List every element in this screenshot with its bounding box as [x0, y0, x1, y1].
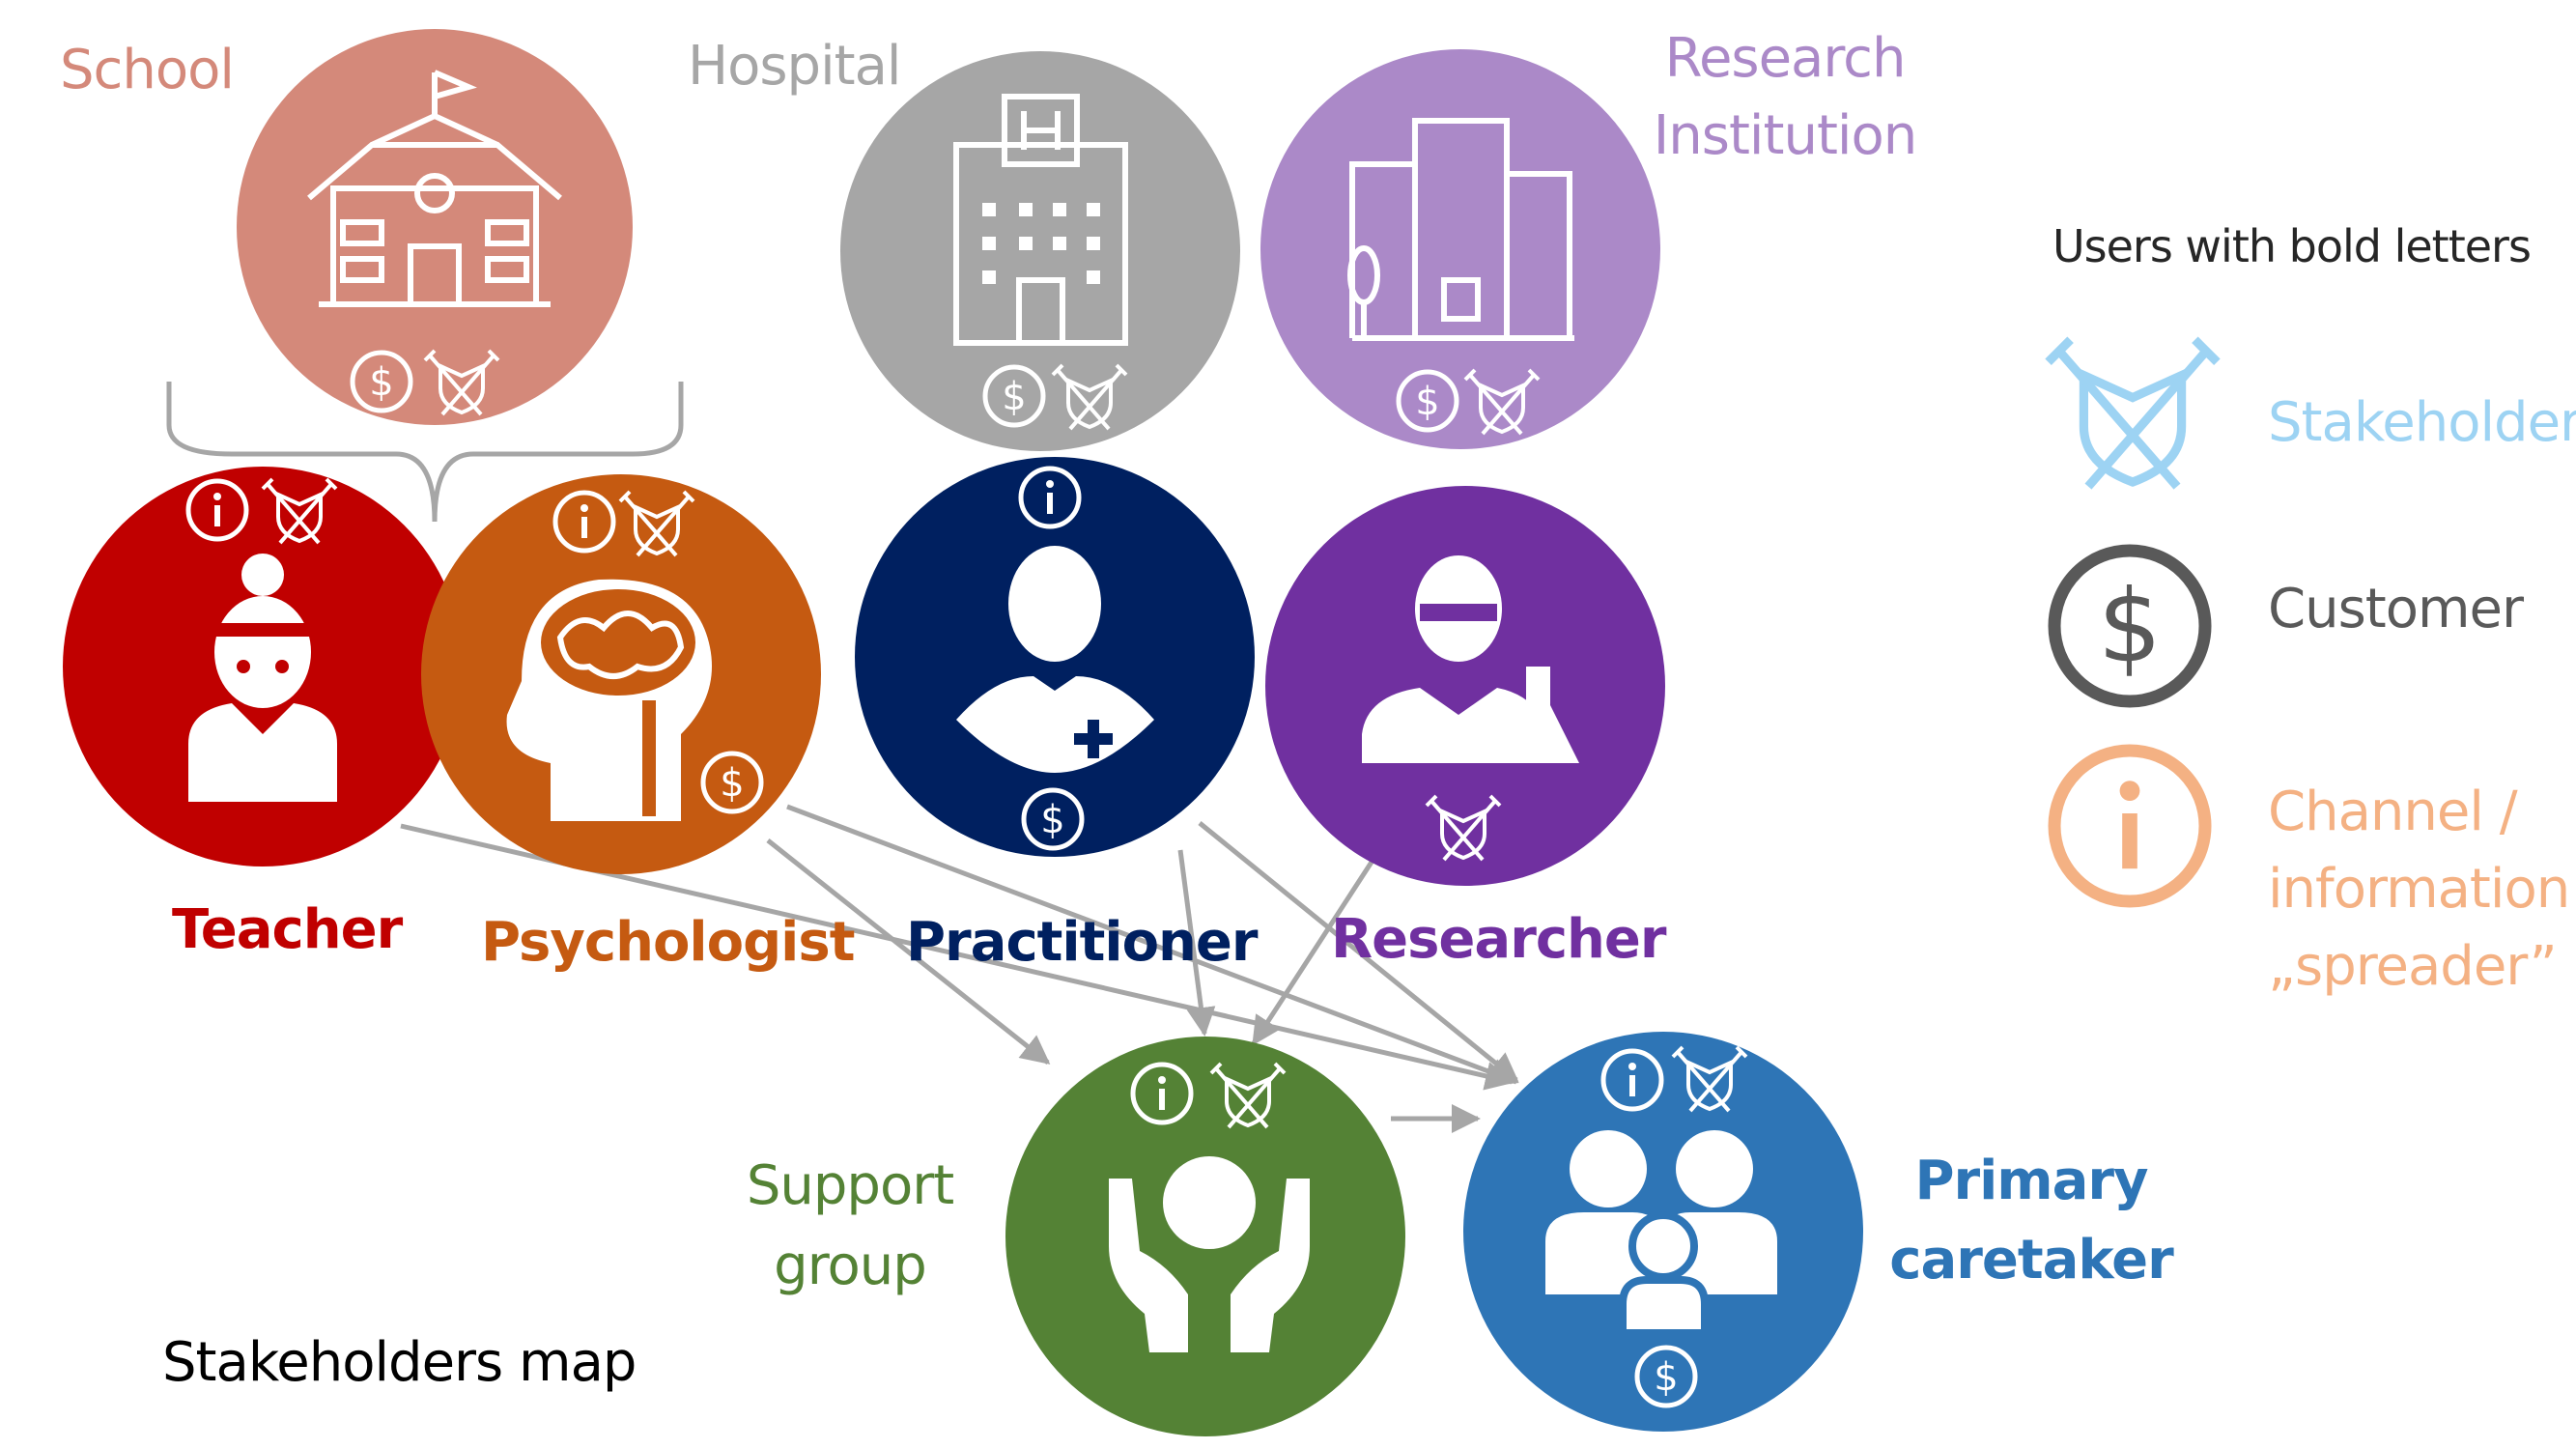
legend-label-customer: Customer [2268, 578, 2524, 640]
legend-stakeholder-icon [2049, 340, 2218, 487]
research-institution-circle [1260, 49, 1660, 449]
user-label-primary-caretaker-line2: caretaker [1889, 1229, 2173, 1292]
user-label-primary-caretaker-line1: Primary [1914, 1150, 2148, 1212]
hospital-node [840, 51, 1240, 451]
legend-label-stakeholder: Stakeholder [2268, 391, 2576, 454]
user-label-support-group-line2: group [774, 1235, 927, 1297]
legend-label-channel-line2: information [2268, 858, 2570, 921]
user-label-teacher: Teacher [172, 898, 403, 961]
primary-caretaker-node [1463, 1032, 1863, 1432]
researcher-node [1265, 486, 1665, 886]
legend-label-channel-line1: Channel / [2268, 781, 2518, 843]
school-node [237, 29, 633, 425]
teacher-node [63, 467, 463, 867]
legend-heading: Users with bold letters [2052, 220, 2532, 272]
research-institution-node [1260, 49, 1660, 449]
psychologist-node [421, 474, 821, 874]
diagram-title: Stakeholders map [162, 1331, 637, 1394]
org-label-research-line2: Institution [1653, 104, 1917, 167]
practitioner-node [855, 457, 1255, 857]
user-label-psychologist: Psychologist [481, 911, 855, 974]
researcher-circle [1265, 486, 1665, 886]
hospital-circle [840, 51, 1240, 451]
org-label-research-line1: Research [1664, 27, 1907, 90]
stakeholders-map-diagram: $ [63, 29, 2576, 1436]
support-group-node [1005, 1037, 1405, 1436]
legend [2049, 340, 2218, 901]
user-label-researcher: Researcher [1331, 908, 1666, 971]
legend-channel-icon [2054, 751, 2205, 901]
legend-customer-icon [2054, 551, 2205, 701]
legend-label-channel-line3: „spreader” [2268, 935, 2558, 998]
org-label-school: School [60, 39, 235, 101]
org-label-hospital: Hospital [688, 35, 901, 98]
user-label-practitioner: Practitioner [906, 911, 1259, 974]
user-label-support-group-line1: Support [746, 1154, 954, 1217]
